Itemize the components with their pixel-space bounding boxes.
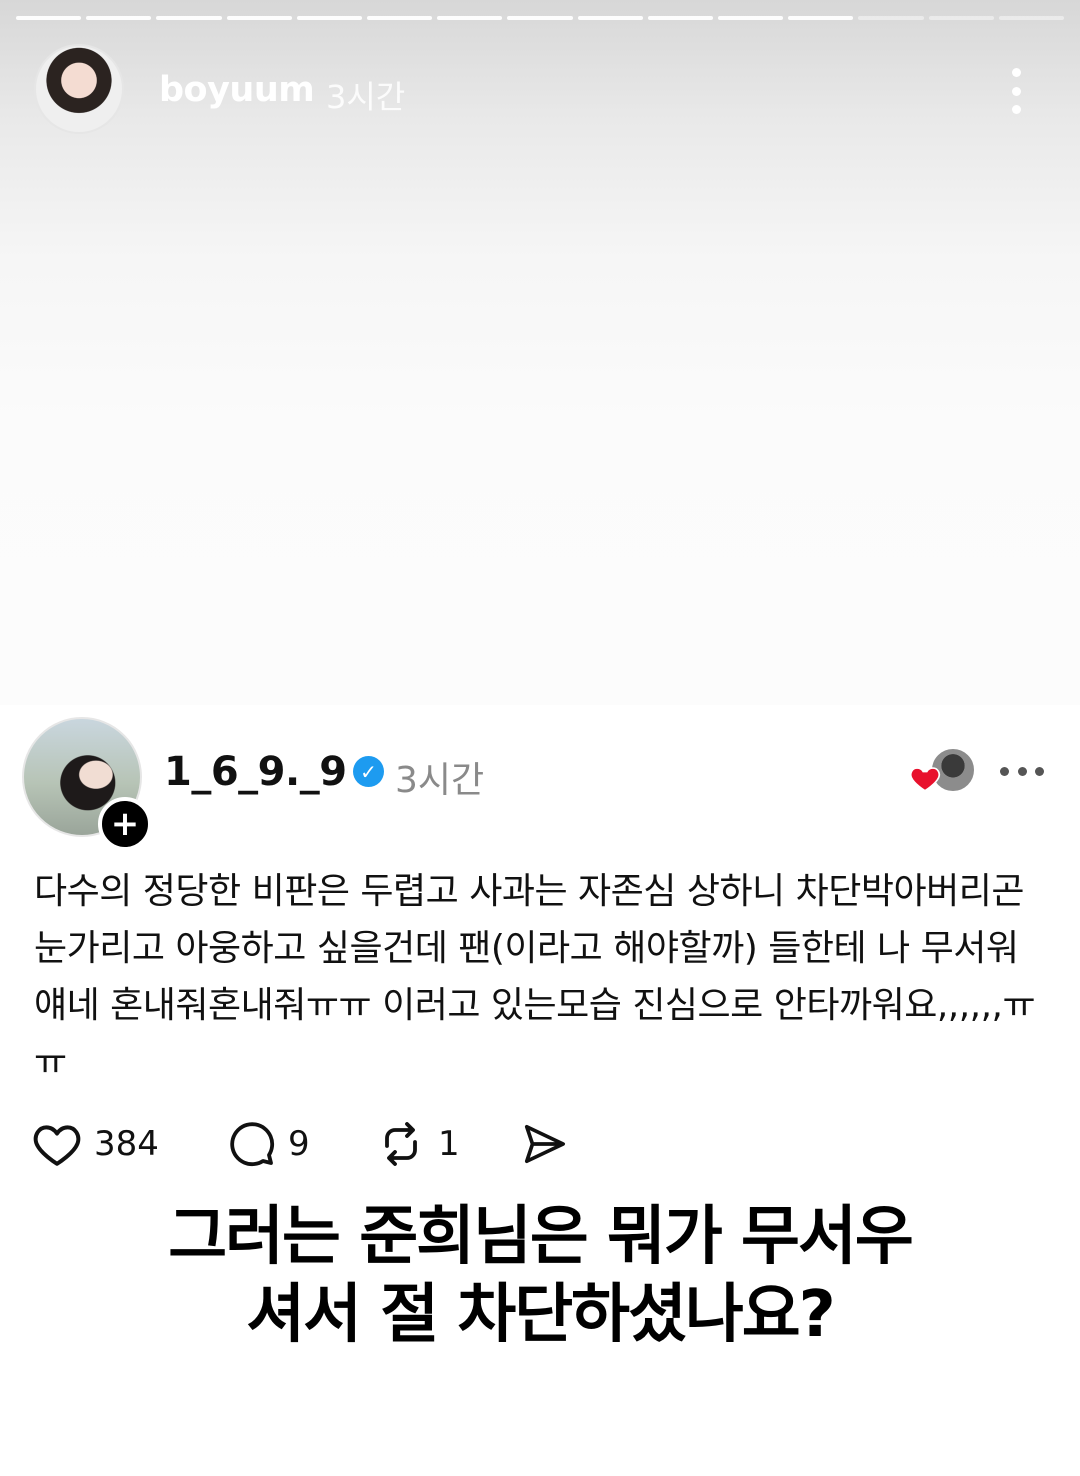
verified-check-icon: ✓ xyxy=(353,756,384,787)
share-button[interactable] xyxy=(520,1119,568,1169)
vertical-ellipsis-icon[interactable] xyxy=(1006,68,1026,114)
progress-segment xyxy=(226,16,292,20)
post-text: 다수의 정당한 비판은 두렵고 사과는 자존심 상하니 차단박아버리곤 눈가리고… xyxy=(34,871,1036,1083)
comment-count: 9 xyxy=(288,1124,310,1164)
progress-segment xyxy=(858,16,924,20)
progress-segment xyxy=(507,16,573,20)
progress-segment xyxy=(998,16,1065,20)
progress-segment xyxy=(788,16,854,20)
like-count: 384 xyxy=(94,1124,159,1164)
repost-button[interactable]: 1 xyxy=(376,1119,460,1169)
story-header: boyuum 3시간 xyxy=(34,44,1046,136)
progress-segment xyxy=(156,16,222,20)
post-actions: 384 9 1 xyxy=(32,1119,592,1169)
caption-line-1: 그러는 준희님은 뭐가 무서우 xyxy=(168,1200,913,1274)
liked-by-indicator[interactable] xyxy=(908,747,978,797)
progress-segment xyxy=(577,16,643,20)
horizontal-ellipsis-icon[interactable] xyxy=(1000,767,1044,777)
like-button[interactable]: 384 xyxy=(32,1119,159,1169)
repost-arrows-icon xyxy=(385,1122,417,1166)
comment-button[interactable]: 9 xyxy=(228,1119,310,1169)
story-caption: 그러는 준희님은 뭐가 무서우 셔서 절 차단하셨나요? xyxy=(0,1198,1080,1354)
follow-button[interactable]: + xyxy=(98,797,152,851)
progress-segment xyxy=(928,16,994,20)
post-timestamp: 3시간 xyxy=(395,760,485,801)
heart-outline-icon xyxy=(33,1125,81,1166)
progress-segment xyxy=(718,16,784,20)
progress-segment xyxy=(367,16,433,20)
caption-line-2: 셔서 절 차단하셨나요? xyxy=(246,1278,836,1352)
heart-icon xyxy=(909,767,941,792)
story-progress-bar xyxy=(16,16,1065,20)
speech-bubble-icon xyxy=(230,1122,275,1167)
paper-plane-icon xyxy=(524,1124,565,1164)
story-username[interactable]: boyuum xyxy=(159,70,315,110)
progress-segment xyxy=(86,16,152,20)
post-author-username[interactable]: 1_6_9._9 xyxy=(164,749,347,795)
progress-segment xyxy=(296,16,363,20)
repost-count: 1 xyxy=(438,1124,460,1164)
shared-post-card[interactable]: + 1_6_9._9 ✓ 3시간 다수의 정당한 비판은 두렵고 사과는 자존심… xyxy=(0,705,1080,1476)
story-timestamp: 3시간 xyxy=(326,78,406,116)
progress-segment xyxy=(16,16,82,20)
progress-segment xyxy=(647,16,714,20)
progress-segment xyxy=(437,16,503,20)
story-avatar[interactable] xyxy=(34,44,124,134)
